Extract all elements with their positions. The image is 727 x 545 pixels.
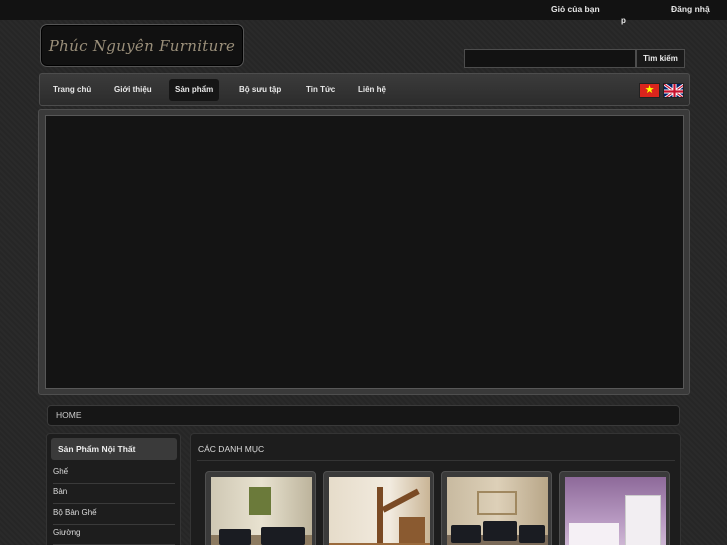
- main-nav: Trang chủ Giới thiệu Sản phẩm Bộ sưu tập…: [39, 73, 690, 106]
- leather-sofa-photo: [447, 477, 548, 545]
- sidebar-item-chairs[interactable]: Ghế: [53, 464, 175, 484]
- cart-link[interactable]: Giỏ của bạn: [551, 4, 600, 14]
- nav-item-contact[interactable]: Liên hệ: [352, 79, 392, 101]
- login-link[interactable]: Đăng nhậ: [671, 4, 710, 14]
- product-card-2[interactable]: [323, 471, 434, 545]
- bedroom-set-photo: [565, 477, 666, 545]
- product-card-3[interactable]: [441, 471, 552, 545]
- logo-text: Phúc Nguyên Furniture: [48, 36, 236, 55]
- breadcrumb: HOME: [47, 405, 680, 426]
- top-bar: Giỏ của bạn p Đăng nhậ: [0, 0, 727, 25]
- uk-flag-icon[interactable]: [663, 83, 684, 98]
- login-link-wrap: p: [621, 16, 626, 25]
- nav-item-news[interactable]: Tin Tức: [300, 79, 341, 101]
- search-input[interactable]: [464, 49, 636, 68]
- sofa-room-photo: [211, 477, 312, 545]
- vietnam-flag-icon[interactable]: ★: [639, 83, 660, 98]
- banner-frame: [38, 109, 690, 395]
- nav-item-collections[interactable]: Bộ sưu tập: [233, 79, 287, 101]
- banner-slideshow[interactable]: [45, 115, 684, 389]
- sidebar-title: Sản Phẩm Nội Thất: [51, 438, 177, 460]
- title-divider: [197, 460, 675, 461]
- nav-item-home[interactable]: Trang chủ: [47, 79, 97, 101]
- nav-item-products[interactable]: Sản phẩm: [169, 79, 220, 101]
- uk-flag-graphic: [664, 84, 683, 97]
- search-button[interactable]: Tìm kiếm: [636, 49, 685, 68]
- sidebar-item-table-sets[interactable]: Bộ Bàn Ghế: [53, 505, 175, 525]
- sidebar-item-beds[interactable]: Giường: [53, 525, 175, 545]
- staircase-photo: [329, 477, 430, 545]
- category-sidebar: Sản Phẩm Nội Thất Ghế Bàn Bộ Bàn Ghế Giư…: [46, 433, 181, 545]
- categories-title: CÁC DANH MỤC: [198, 444, 265, 454]
- sidebar-item-tables[interactable]: Bàn: [53, 484, 175, 504]
- categories-panel: CÁC DANH MỤC: [190, 433, 681, 545]
- product-card-4[interactable]: [559, 471, 670, 545]
- breadcrumb-home[interactable]: HOME: [56, 410, 82, 420]
- product-card-1[interactable]: [205, 471, 316, 545]
- nav-item-about[interactable]: Giới thiệu: [108, 79, 158, 101]
- site-logo[interactable]: Phúc Nguyên Furniture: [40, 24, 244, 67]
